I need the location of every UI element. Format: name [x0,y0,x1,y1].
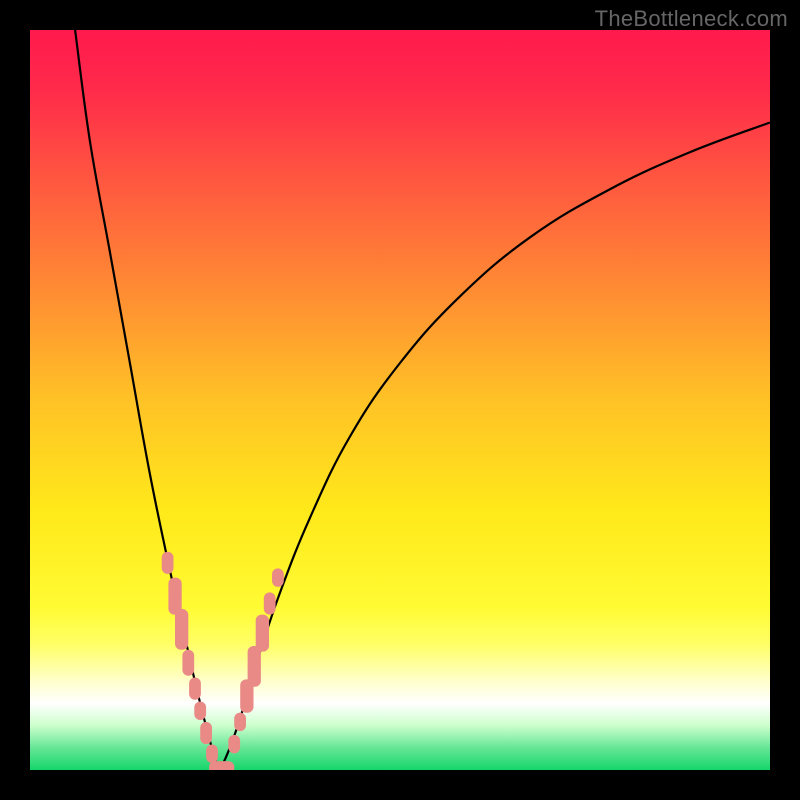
data-marker [182,650,194,676]
data-marker [200,722,212,744]
right-branch-curve [220,123,770,771]
chart-frame: TheBottleneck.com [0,0,800,800]
data-marker [162,552,174,574]
data-marker [264,592,276,614]
plot-area [30,30,770,770]
data-marker [248,646,261,687]
watermark-text: TheBottleneck.com [595,6,788,32]
curve-layer [30,30,770,770]
data-marker [194,702,206,721]
data-marker [189,678,201,700]
marker-group [162,552,284,770]
data-marker [228,735,240,754]
left-branch-curve [75,30,220,770]
data-marker [175,609,188,650]
data-marker [272,568,284,587]
data-marker [256,615,269,652]
data-marker [209,761,234,770]
data-marker [168,578,181,615]
data-marker [206,745,218,764]
data-marker [234,713,246,732]
